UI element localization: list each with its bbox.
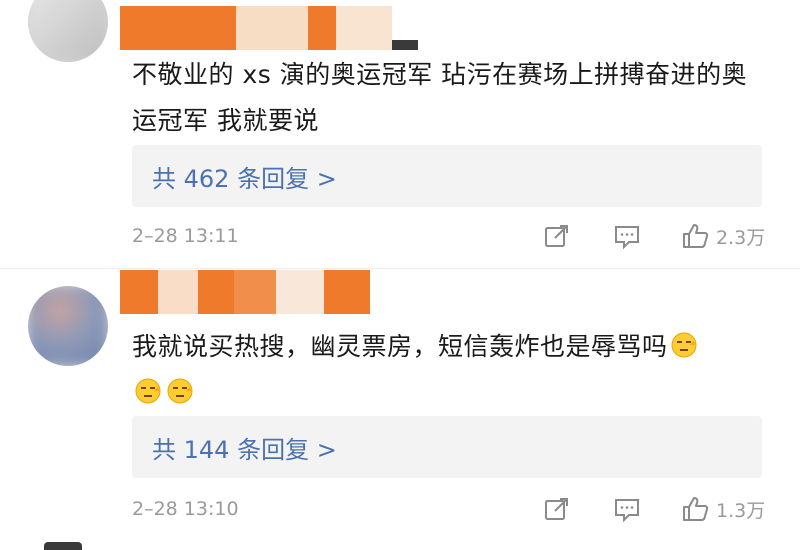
username-redacted[interactable] — [120, 270, 380, 314]
like-icon[interactable] — [680, 494, 710, 524]
like-count: 2.3万 — [716, 226, 766, 249]
comment-text-body: 我就说买热搜，幽灵票房，短信轰炸也是辱骂吗 — [132, 332, 668, 361]
username-redacted[interactable] — [120, 6, 420, 50]
comment-icon[interactable] — [612, 221, 642, 251]
speechless-emoji-icon — [134, 374, 162, 404]
comment-item: 不敬业的 xs 演的奥运冠军 玷污在赛场上拼搏奋进的奥运冠军 我就要说 共 46… — [0, 0, 800, 260]
view-replies-link[interactable]: 共 462 条回复 > — [132, 145, 762, 207]
speechless-emoji-icon — [166, 374, 194, 404]
comment-item: 我就说买热搜，幽灵票房，短信轰炸也是辱骂吗 共 144 条回复 > 2–28 1… — [0, 270, 800, 550]
avatar[interactable] — [28, 286, 108, 366]
comment-text: 我就说买热搜，幽灵票房，短信轰炸也是辱骂吗 — [132, 324, 772, 416]
comment-text: 不敬业的 xs 演的奥运冠军 玷污在赛场上拼搏奋进的奥运冠军 我就要说 — [132, 60, 748, 135]
comment-icon[interactable] — [612, 494, 642, 524]
share-icon[interactable] — [542, 221, 572, 251]
like-count: 1.3万 — [716, 499, 766, 522]
like-icon[interactable] — [680, 221, 710, 251]
avatar[interactable] — [28, 0, 108, 62]
speechless-emoji-icon — [670, 328, 698, 358]
comment-meta: 2–28 13:11 2.3万 — [132, 218, 772, 254]
share-icon[interactable] — [542, 494, 572, 524]
comment-date: 2–28 13:11 — [132, 225, 239, 247]
comment-meta: 2–28 13:10 1.3万 — [132, 491, 772, 527]
view-replies-link[interactable]: 共 144 条回复 > — [132, 416, 762, 478]
divider — [0, 268, 800, 269]
comment-actions: 2.3万 — [542, 218, 765, 254]
comment-date: 2–28 13:10 — [132, 498, 239, 520]
comment-actions: 1.3万 — [542, 491, 765, 527]
